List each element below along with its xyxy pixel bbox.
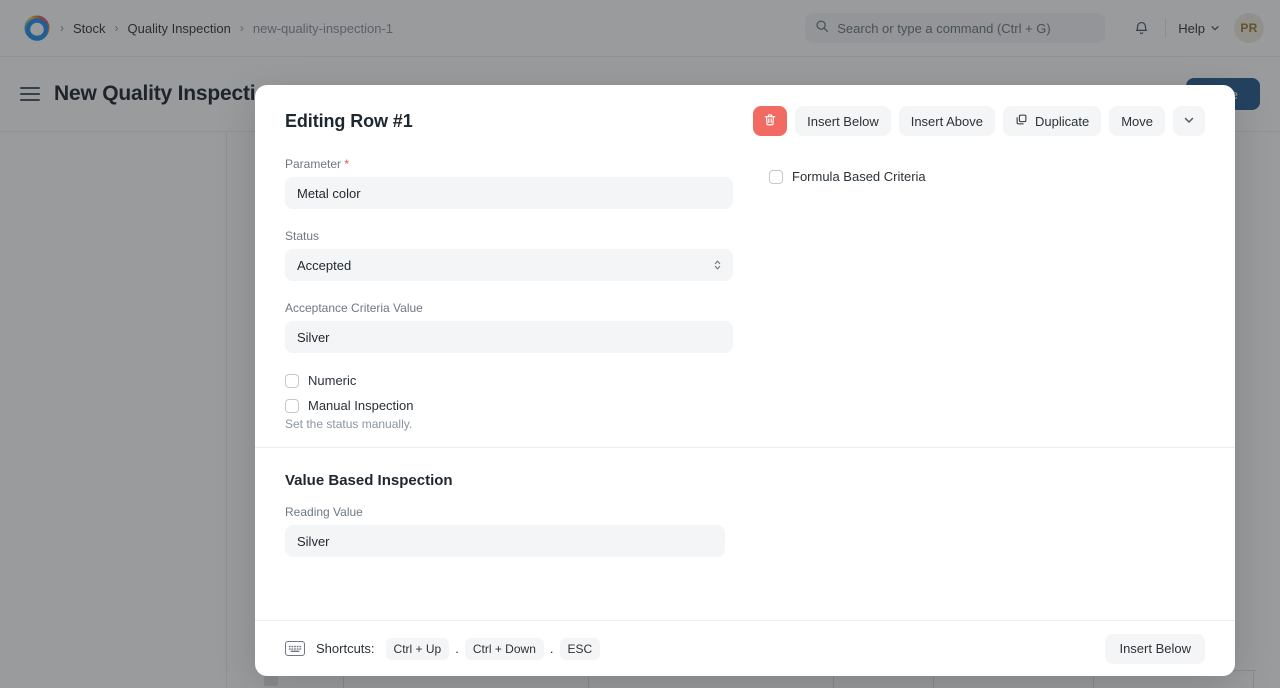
manual-inspection-help: Set the status manually. <box>285 417 733 431</box>
manual-inspection-checkbox-row[interactable]: Manual Inspection <box>285 398 733 413</box>
status-value: Accepted <box>297 258 351 273</box>
shortcuts-label: Shortcuts: <box>316 641 375 656</box>
dialog-toolbar: Insert Below Insert Above Duplicate Move <box>753 106 1205 136</box>
chevron-down-icon <box>1183 114 1195 129</box>
insert-above-button[interactable]: Insert Above <box>899 106 995 136</box>
edit-row-dialog: Editing Row #1 Insert Below Insert Above <box>255 85 1235 676</box>
required-marker: * <box>344 157 349 171</box>
shortcut-key-ctrl-down: Ctrl + Down <box>465 638 544 660</box>
numeric-checkbox-row[interactable]: Numeric <box>285 373 733 388</box>
numeric-checkbox[interactable] <box>285 374 299 388</box>
shortcut-keys: Ctrl + Up . Ctrl + Down . ESC <box>386 638 601 660</box>
main-section: Parameter * Metal color Status Accepted <box>255 157 1235 431</box>
key-separator: . <box>544 641 560 656</box>
duplicate-button[interactable]: Duplicate <box>1003 106 1101 136</box>
formula-based-criteria-checkbox-row[interactable]: Formula Based Criteria <box>769 169 1205 184</box>
footer-insert-below-button[interactable]: Insert Below <box>1105 634 1205 664</box>
left-column: Parameter * Metal color Status Accepted <box>285 157 733 431</box>
shortcut-key-esc: ESC <box>560 638 601 660</box>
acceptance-criteria-value: Silver <box>297 330 330 345</box>
parameter-label-text: Parameter <box>285 157 341 171</box>
value-based-inspection-title: Value Based Inspection <box>285 472 1205 489</box>
status-select[interactable]: Accepted <box>285 249 733 281</box>
delete-row-button[interactable] <box>753 106 787 136</box>
key-separator: . <box>449 641 465 656</box>
reading-value: Silver <box>297 534 330 549</box>
acceptance-criteria-value-input[interactable]: Silver <box>285 321 733 353</box>
acceptance-criteria-value-field: Acceptance Criteria Value Silver <box>285 301 733 353</box>
parameter-input[interactable]: Metal color <box>285 177 733 209</box>
status-label: Status <box>285 229 733 243</box>
trash-icon <box>763 113 777 130</box>
parameter-value: Metal color <box>297 186 361 201</box>
parameter-label: Parameter * <box>285 157 733 171</box>
duplicate-icon <box>1015 113 1028 129</box>
reading-value-label: Reading Value <box>285 505 725 519</box>
more-actions-button[interactable] <box>1173 106 1205 136</box>
acceptance-criteria-value-label: Acceptance Criteria Value <box>285 301 733 315</box>
reading-value-field: Reading Value Silver <box>285 505 725 557</box>
reading-value-input[interactable]: Silver <box>285 525 725 557</box>
formula-based-criteria-checkbox[interactable] <box>769 170 783 184</box>
manual-inspection-label: Manual Inspection <box>308 398 414 413</box>
dialog-header: Editing Row #1 Insert Below Insert Above <box>255 85 1235 157</box>
dialog-title: Editing Row #1 <box>285 111 413 132</box>
parameter-field: Parameter * Metal color <box>285 157 733 209</box>
value-based-inspection-section: Value Based Inspection Reading Value Sil… <box>255 448 1235 557</box>
status-field: Status Accepted <box>285 229 733 281</box>
right-column: Formula Based Criteria <box>733 157 1205 431</box>
keyboard-icon <box>285 641 305 656</box>
insert-below-button[interactable]: Insert Below <box>795 106 891 136</box>
move-button[interactable]: Move <box>1109 106 1165 136</box>
formula-based-criteria-label: Formula Based Criteria <box>792 169 926 184</box>
manual-inspection-checkbox[interactable] <box>285 399 299 413</box>
dialog-footer: Shortcuts: Ctrl + Up . Ctrl + Down . ESC… <box>255 620 1235 676</box>
duplicate-label: Duplicate <box>1035 114 1089 129</box>
select-caret-icon <box>713 258 722 272</box>
numeric-label: Numeric <box>308 373 356 388</box>
dialog-body: Parameter * Metal color Status Accepted <box>255 157 1235 620</box>
shortcut-key-ctrl-up: Ctrl + Up <box>386 638 450 660</box>
